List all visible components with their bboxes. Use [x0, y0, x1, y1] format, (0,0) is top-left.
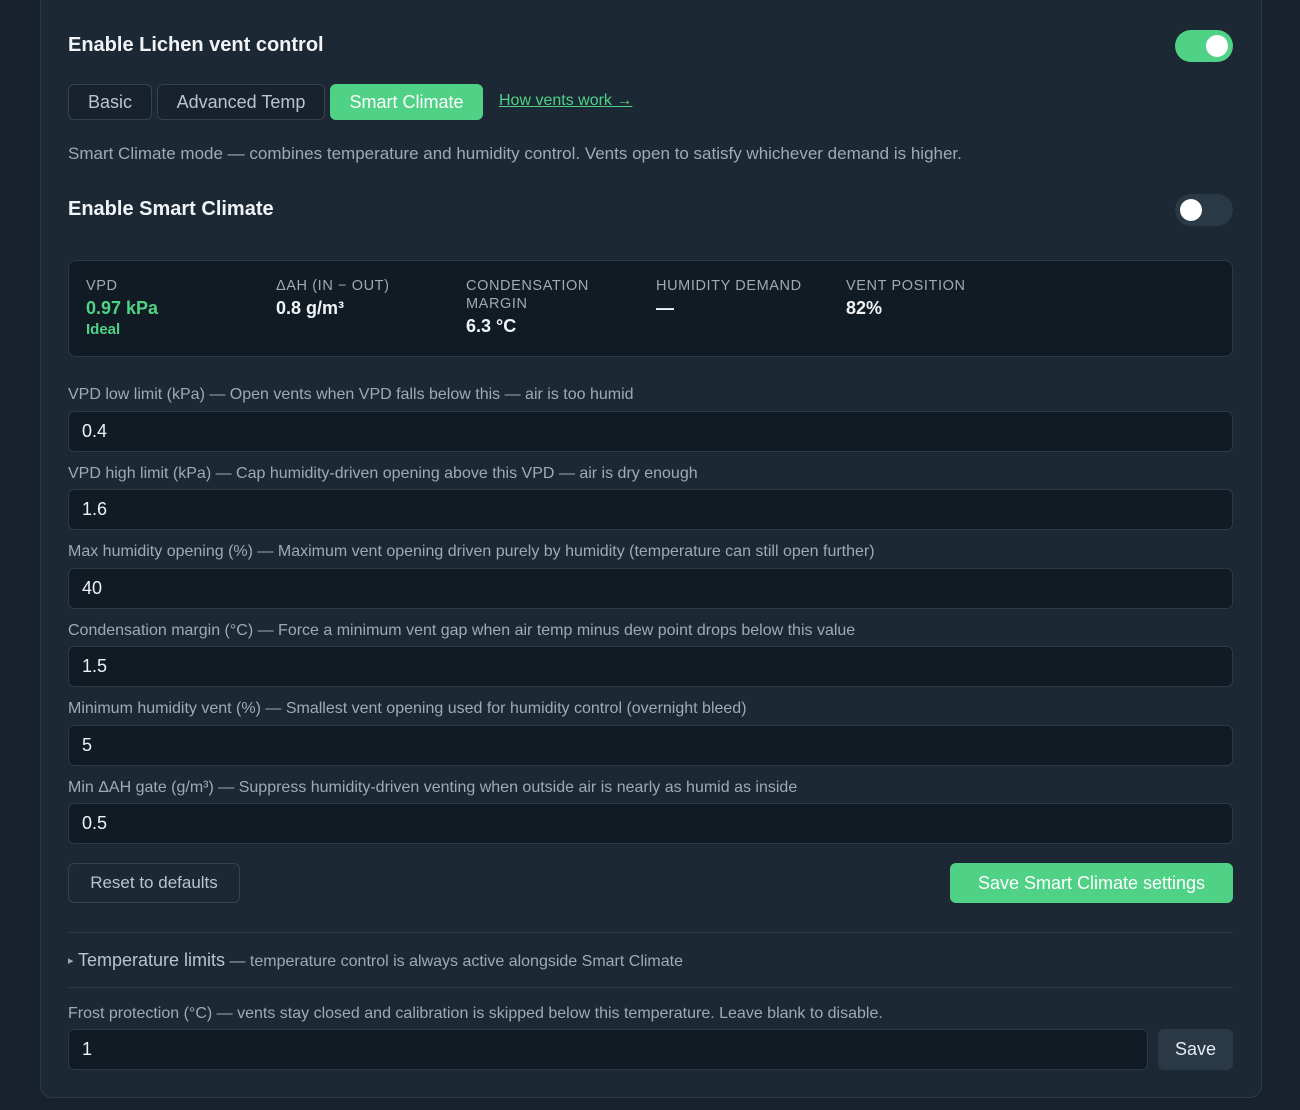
section-divider — [68, 987, 1233, 988]
tab-basic[interactable]: Basic — [68, 84, 152, 120]
temperature-limits-title: Temperature limits — [77, 950, 226, 970]
toggle-knob — [1180, 199, 1202, 221]
vpd-high-label: VPD high limit (kPa) — Cap humidity-driv… — [68, 465, 698, 482]
frost-protection-label: Frost protection (°C) — vents stay close… — [68, 1005, 883, 1022]
condensation-margin-label: Condensation margin (°C) — Force a minim… — [68, 622, 856, 639]
how-vents-work-link[interactable]: How vents work → — [499, 92, 632, 110]
stat-status: Ideal — [86, 321, 121, 338]
vent-control-toggle[interactable] — [1175, 30, 1233, 62]
stat-condensation-margin: Condensation margin 6.3 °C — [466, 277, 616, 337]
max-humidity-opening-label: Max humidity opening (%) — Maximum vent … — [68, 543, 875, 560]
stat-label: Vent position — [846, 278, 966, 294]
stat-vent-position: Vent position 82% — [846, 277, 1026, 319]
vpd-low-input[interactable] — [68, 411, 1233, 452]
stat-delta-ah: ΔAH (in − out) 0.8 g/m³ — [276, 277, 456, 319]
min-delta-ah-input[interactable] — [68, 803, 1233, 844]
stat-vpd: VPD 0.97 kPa Ideal — [86, 277, 266, 338]
stat-label: ΔAH (in − out) — [276, 278, 390, 294]
stat-humidity-demand: Humidity demand — — [656, 277, 836, 319]
climate-stats-panel: VPD 0.97 kPa Ideal ΔAH (in − out) 0.8 g/… — [68, 260, 1233, 357]
vpd-high-input[interactable] — [68, 489, 1233, 530]
save-smart-climate-button[interactable]: Save Smart Climate settings — [950, 863, 1233, 903]
section-divider — [68, 932, 1233, 933]
stat-value: — — [656, 298, 674, 318]
max-humidity-opening-input[interactable] — [68, 568, 1233, 609]
reset-defaults-button[interactable]: Reset to defaults — [68, 863, 240, 903]
tab-advanced-temp[interactable]: Advanced Temp — [157, 84, 325, 120]
frost-protection-input[interactable] — [68, 1029, 1148, 1070]
stat-label: Humidity demand — [656, 278, 802, 294]
min-delta-ah-label: Min ΔAH gate (g/m³) — Suppress humidity-… — [68, 779, 798, 796]
min-humidity-vent-input[interactable] — [68, 725, 1233, 766]
smart-climate-title: Enable Smart Climate — [68, 198, 274, 220]
min-humidity-vent-label: Minimum humidity vent (%) — Smallest ven… — [68, 700, 747, 717]
smart-climate-toggle[interactable] — [1175, 194, 1233, 226]
stat-value: 0.97 kPa — [86, 298, 159, 318]
vent-control-title: Enable Lichen vent control — [68, 34, 324, 56]
temperature-limits-note: — temperature control is always active a… — [229, 953, 683, 970]
caret-right-icon: ▸ — [68, 955, 74, 967]
save-frost-button[interactable]: Save — [1158, 1029, 1233, 1070]
temperature-limits-toggle[interactable]: ▸ Temperature limits — temperature contr… — [68, 950, 683, 971]
toggle-knob — [1206, 35, 1228, 57]
condensation-margin-input[interactable] — [68, 646, 1233, 687]
mode-description: Smart Climate mode — combines temperatur… — [68, 144, 962, 163]
tab-smart-climate[interactable]: Smart Climate — [330, 84, 483, 120]
stat-value: 82% — [846, 298, 883, 318]
stat-label: Condensation margin — [466, 278, 589, 312]
stat-label: VPD — [86, 278, 118, 294]
stat-value: 6.3 °C — [466, 316, 517, 336]
vpd-low-label: VPD low limit (kPa) — Open vents when VP… — [68, 386, 634, 403]
stat-value: 0.8 g/m³ — [276, 298, 345, 318]
